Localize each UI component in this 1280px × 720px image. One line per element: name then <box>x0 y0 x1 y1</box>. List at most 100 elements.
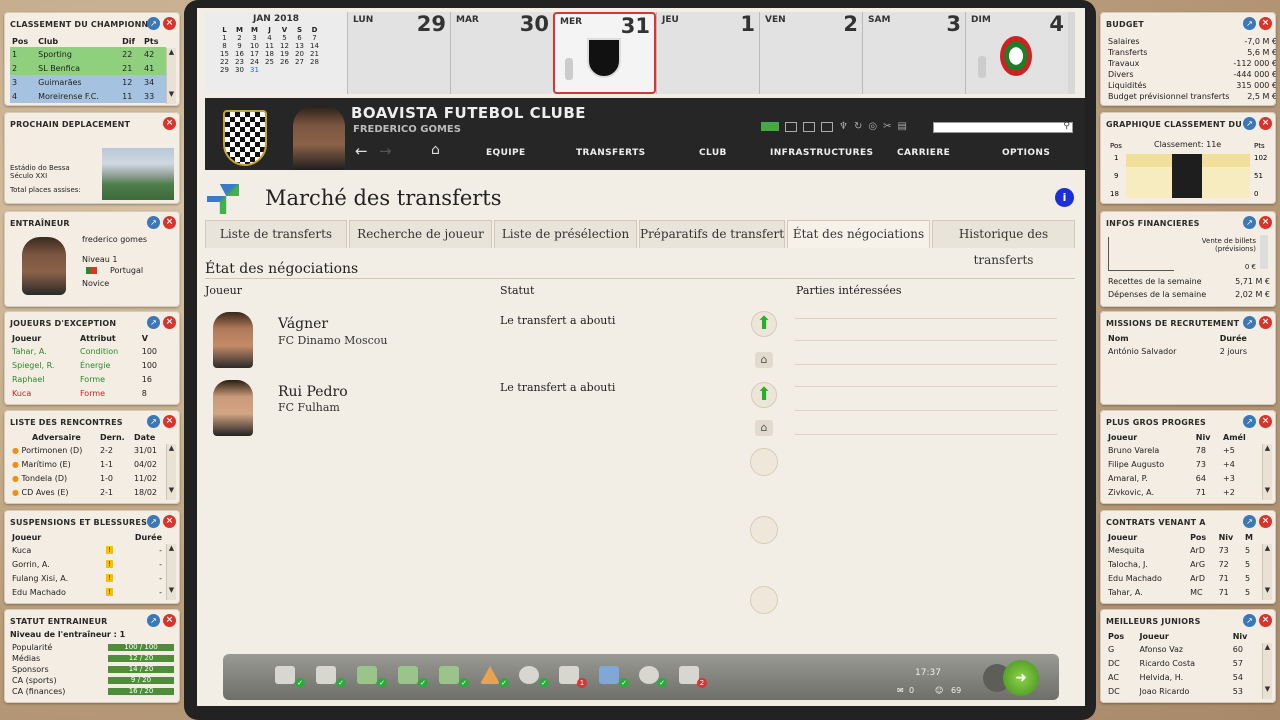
globe-icon[interactable]: ◎ <box>868 122 877 132</box>
calendar-day[interactable]: VEN 2 <box>759 12 862 94</box>
table-row[interactable]: ● Portimonen (D) 2-2 31/01 <box>10 443 164 457</box>
training-icon[interactable] <box>439 666 459 684</box>
scrollbar[interactable]: ▲ ▼ <box>1262 544 1272 600</box>
table-row[interactable]: António Salvador 2 jours <box>1106 344 1266 358</box>
close-icon[interactable]: × <box>163 614 176 627</box>
close-icon[interactable]: × <box>163 216 176 229</box>
table-row[interactable]: Edu Machado! - <box>10 585 164 599</box>
scout-search-icon[interactable] <box>639 666 659 684</box>
negotiation-row[interactable]: Vágner FC Dinamo Moscou Le transfert a a… <box>205 308 1065 372</box>
scrollbar[interactable]: ▲ ▼ <box>1262 444 1272 500</box>
expand-icon[interactable]: ↗ <box>1243 515 1256 528</box>
close-icon[interactable]: × <box>1259 316 1272 329</box>
table-row[interactable]: Kuca Forme 8 <box>10 386 168 400</box>
close-icon[interactable]: × <box>163 515 176 528</box>
expand-icon[interactable]: ↗ <box>1243 316 1256 329</box>
close-icon[interactable]: × <box>1259 17 1272 30</box>
tab-shortlist[interactable]: Liste de présélection <box>494 220 637 248</box>
tab-negotiations[interactable]: État des négociations <box>787 220 930 248</box>
nav-transferts[interactable]: TRANSFERTS <box>576 148 646 158</box>
calendar-day[interactable]: SAM 3 <box>862 12 965 94</box>
notes-icon[interactable]: ▤ <box>897 122 906 132</box>
contract-icon[interactable] <box>559 666 579 684</box>
table-row[interactable]: Edu Machado ArD 71 5 <box>1106 571 1260 585</box>
expand-icon[interactable]: ↗ <box>1243 17 1256 30</box>
tab-transfer-history[interactable]: Historique des transferts <box>932 220 1075 267</box>
expand-icon[interactable]: ↗ <box>147 415 160 428</box>
expand-icon[interactable]: ↗ <box>1243 614 1256 627</box>
expand-icon[interactable]: ↗ <box>1243 216 1256 229</box>
table-row[interactable]: 1 Sporting 22 42 <box>10 47 166 61</box>
photo-icon[interactable] <box>803 122 815 132</box>
close-icon[interactable]: × <box>1259 117 1272 130</box>
nav-infrastructures[interactable]: INFRASTRUCTURES <box>770 148 873 158</box>
table-row[interactable]: 4 Moreirense F.C. 11 33 <box>10 89 166 103</box>
calendar-day[interactable]: MAR 30 <box>450 12 553 94</box>
table-row[interactable]: Tahar, A. Condition 100 <box>10 344 168 358</box>
calendar-day[interactable]: JEU 1 <box>656 12 759 94</box>
expand-icon[interactable]: ↗ <box>1243 415 1256 428</box>
player-club[interactable]: FC Dinamo Moscou <box>278 334 387 347</box>
close-icon[interactable]: × <box>163 316 176 329</box>
table-row[interactable]: Spiegel, R. Énergie 100 <box>10 358 168 372</box>
close-icon[interactable]: × <box>1259 515 1272 528</box>
scrollbar[interactable]: ▲ ▼ <box>166 544 176 600</box>
calendar-day[interactable]: DIM 4 <box>965 12 1068 94</box>
close-icon[interactable]: × <box>1259 415 1272 428</box>
battery-icon[interactable] <box>761 122 779 131</box>
search-input[interactable]: ⚲ <box>933 121 1073 133</box>
table-row[interactable]: ● Marítimo (E) 1-1 04/02 <box>10 457 164 471</box>
tab-transfer-list[interactable]: Liste de transferts <box>205 220 347 248</box>
news-icon[interactable] <box>785 122 797 132</box>
expand-icon[interactable]: ↗ <box>1243 117 1256 130</box>
bank-icon[interactable]: ⌂ <box>755 352 773 368</box>
player-name[interactable]: Rui Pedro <box>278 384 348 400</box>
nav-carriere[interactable]: CARRIERE <box>897 148 950 158</box>
lineup-icon[interactable] <box>398 666 418 684</box>
table-row[interactable]: ● CD Aves (E) 2-1 18/02 <box>10 485 164 499</box>
table-row[interactable]: 2 SL Benfica 21 41 <box>10 61 166 75</box>
close-icon[interactable]: × <box>1259 216 1272 229</box>
table-row[interactable]: Zivkovic, A. 71 +2 <box>1106 485 1260 499</box>
expand-icon[interactable]: ↗ <box>147 17 160 30</box>
table-row[interactable]: Amaral, P. 64 +3 <box>1106 471 1260 485</box>
staff-icon[interactable] <box>679 666 699 684</box>
cone-icon[interactable] <box>480 666 500 684</box>
table-row[interactable]: DC Joao Ricardo 53 <box>1106 684 1260 698</box>
search-icon[interactable]: ⚲ <box>1063 121 1070 131</box>
continue-button[interactable]: ➜ <box>1003 660 1039 696</box>
back-arrow-icon[interactable]: ← <box>355 142 368 160</box>
scrollbar[interactable]: ▲ ▼ <box>1262 643 1272 699</box>
table-row[interactable]: Mesquita ArD 73 5 <box>1106 543 1260 557</box>
window-icon[interactable] <box>821 122 833 132</box>
table-row[interactable]: Filipe Augusto 73 +4 <box>1106 457 1260 471</box>
home-icon[interactable]: ⌂ <box>431 142 440 158</box>
nav-options[interactable]: OPTIONS <box>1002 148 1050 158</box>
table-row[interactable]: DC Ricardo Costa 57 <box>1106 656 1260 670</box>
bank-icon[interactable]: ⌂ <box>755 420 773 436</box>
close-icon[interactable]: × <box>163 17 176 30</box>
tools-icon[interactable]: ✂ <box>883 122 891 132</box>
table-row[interactable]: ● Tondela (D) 1-0 11/02 <box>10 471 164 485</box>
table-row[interactable]: AC Helvida, H. 54 <box>1106 670 1260 684</box>
scrollbar[interactable]: ▲ ▼ <box>166 48 176 104</box>
close-icon[interactable]: × <box>163 415 176 428</box>
finance-scroll[interactable] <box>1260 235 1268 269</box>
table-row[interactable]: Bruno Varela 78 +5 <box>1106 443 1260 457</box>
scrollbar[interactable]: ▲ ▼ <box>166 444 176 500</box>
close-icon[interactable]: × <box>163 117 176 130</box>
tab-player-search[interactable]: Recherche de joueur <box>349 220 492 248</box>
tab-transfer-prep[interactable]: Préparatifs de transfert <box>639 220 785 248</box>
calendar-icon[interactable] <box>316 666 336 684</box>
table-row[interactable]: Talocha, J. ArG 72 5 <box>1106 557 1260 571</box>
info-icon[interactable]: i <box>1055 188 1074 207</box>
table-row[interactable]: 3 Guimarães 12 34 <box>10 75 166 89</box>
forward-arrow-icon[interactable]: → <box>379 142 392 160</box>
mail-icon[interactable] <box>275 666 295 684</box>
transfer-up-icon[interactable]: ⬆ <box>751 311 777 337</box>
transfer-up-icon[interactable]: ⬆ <box>751 382 777 408</box>
player-club[interactable]: FC Fulham <box>278 401 340 414</box>
negotiation-row[interactable]: Rui Pedro FC Fulham Le transfert a about… <box>205 376 1065 440</box>
table-row[interactable]: Raphael Forme 16 <box>10 372 168 386</box>
table-row[interactable]: Gorrin, A.! - <box>10 557 164 571</box>
